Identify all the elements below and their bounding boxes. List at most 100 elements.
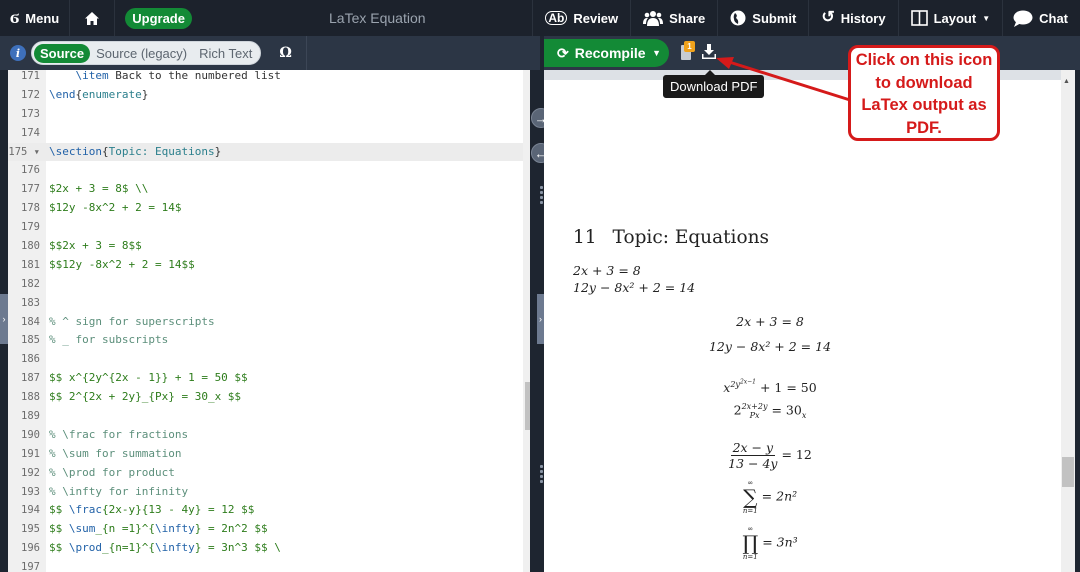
fraction-rhs: = 12 (781, 447, 812, 462)
code-line[interactable]: 194 $$ \frac{2x-y}{13 - 4y} = 12 $$ (8, 501, 530, 520)
prod-rhs: = 3n³ (762, 534, 798, 550)
divider (305, 36, 307, 70)
code-line[interactable]: 196 $$ \prod_{n=1}^{\infty} = 3n^3 $$ \ (8, 539, 530, 558)
code-line[interactable]: 176 (8, 161, 530, 180)
code-text: $$ \frac{2x-y}{13 - 4y} = 12 $$ (49, 503, 255, 517)
code-line[interactable]: 187 $$ x^{2y^{2x - 1}} + 1 = 50 $$ (8, 369, 530, 388)
code-line[interactable]: 171 \item Back to the numbered list (8, 70, 530, 86)
info-icon[interactable]: i (10, 45, 26, 61)
code-text: $$12y -8x^2 + 2 = 14$$ (49, 257, 195, 271)
line-number: 196 (21, 542, 40, 555)
code-line[interactable]: 181 $$12y -8x^2 + 2 = 14$$ (8, 256, 530, 275)
home-button[interactable] (70, 0, 114, 36)
expand-file-tree-button[interactable]: › (0, 294, 8, 344)
pi-symbol: ∏ (742, 531, 759, 555)
line-number: 171 (21, 70, 40, 82)
recompile-button[interactable]: ⟳ Recompile ▼ (544, 39, 669, 67)
submit-button[interactable]: Submit (718, 0, 808, 36)
history-icon: ↺ (821, 9, 835, 26)
code-text: % \infty for infinity (49, 484, 189, 498)
code-line[interactable]: 179 (8, 218, 530, 237)
code-editor[interactable]: 171 \item Back to the numbered list 172 \e… (0, 70, 530, 572)
project-title: LaTex Equation (329, 10, 426, 26)
chat-bubble-icon (1013, 10, 1033, 27)
code-text: % ^ sign for superscripts (49, 314, 215, 328)
summation: ∞ ∑ n=1 (743, 479, 758, 515)
code-line[interactable]: 195 $$ \sum_{n =1}^{\infty} = 2n^2 $$ (8, 520, 530, 539)
logs-count-badge: 1 (684, 41, 695, 52)
line-number: 172 (21, 88, 40, 101)
submit-label: Submit (752, 10, 797, 26)
mode-rich-text[interactable]: Rich Text (193, 44, 258, 63)
line-number: 181 (21, 258, 40, 271)
code-line[interactable]: 190 % \frac for fractions (8, 426, 530, 445)
pdf-scrollbar-thumb[interactable] (1062, 457, 1074, 487)
code-line[interactable]: 191 % \sum for summation (8, 445, 530, 464)
drag-handle-icon[interactable] (540, 186, 543, 206)
display-equation: 2x + 3 = 8 (736, 314, 804, 329)
code-line[interactable]: 173 (8, 105, 530, 124)
review-label: Review (573, 10, 619, 26)
caret-down-icon: ▼ (982, 13, 991, 23)
code-line[interactable]: 174 (8, 124, 530, 143)
code-line[interactable]: 183 (8, 294, 530, 313)
expand-pdf-button[interactable]: › (537, 294, 544, 344)
menu-button[interactable]: ϭ Menu (0, 0, 69, 36)
line-number: 188 (21, 391, 40, 404)
line-number: 182 (21, 277, 40, 290)
code-line[interactable]: 178 $12y -8x^2 + 2 = 14$ (8, 199, 530, 218)
upgrade-button[interactable]: Upgrade (125, 7, 192, 29)
code-line[interactable]: 197 (8, 558, 530, 572)
line-number: 190 (21, 428, 40, 441)
code-text: $$ 2^{2x + 2y}_{Px} = 30_x $$ (49, 390, 242, 404)
review-button[interactable]: Ab Review (533, 0, 630, 36)
mode-source[interactable]: Source (34, 43, 91, 63)
line-number: 195 (21, 523, 40, 536)
recompile-label: Recompile (574, 45, 646, 61)
code-line[interactable]: 184 % ^ sign for superscripts (8, 313, 530, 332)
editor-mode-toggle: Source Source (legacy) Rich Text (31, 41, 262, 65)
share-button[interactable]: Share (631, 0, 717, 36)
editor-scrollbar[interactable] (523, 70, 530, 572)
display-equation-sum: ∞ ∑ n=1 = 2n² (620, 479, 920, 515)
product: ∞ ∏ n=1 (742, 525, 758, 561)
globe-icon (730, 10, 746, 26)
share-users-icon (643, 11, 664, 26)
code-line[interactable]: 192 % \prod for product (8, 464, 530, 483)
layout-columns-icon (910, 10, 928, 26)
code-line[interactable]: 188 $$ 2^{2x + 2y}_{Px} = 30_x $$ (8, 388, 530, 407)
pdf-scrollbar[interactable] (1061, 70, 1075, 572)
pdf-section-heading: 11 Topic: Equations (573, 227, 769, 248)
code-line[interactable]: 172 \end{enumerate} (8, 86, 530, 105)
home-icon (85, 11, 100, 25)
code-line[interactable]: 189 (8, 407, 530, 426)
caret-down-icon[interactable]: ▼ (652, 48, 661, 58)
chat-button[interactable]: Chat (1003, 0, 1080, 36)
line-number: 189 (21, 410, 40, 423)
drag-handle-icon[interactable] (540, 465, 543, 485)
code-text: $$ \sum_{n =1}^{\infty} = 2n^2 $$ (49, 522, 268, 536)
code-line[interactable]: 177 $2x + 3 = 8$ \\ (8, 180, 530, 199)
fraction-numerator: 2x − y (730, 440, 776, 456)
code-text: % _ for subscripts (49, 333, 169, 347)
share-label: Share (669, 10, 706, 26)
line-number: 185 (21, 334, 40, 347)
history-button[interactable]: ↺ History (809, 0, 897, 36)
code-line[interactable]: 175 ▾ \section{Topic: Equations} (8, 142, 530, 162)
mode-source-legacy[interactable]: Source (legacy) (90, 44, 193, 63)
layout-button[interactable]: Layout ▼ (899, 0, 1003, 36)
code-line[interactable]: 182 (8, 275, 530, 294)
scroll-up-icon[interactable]: ▲ (1063, 78, 1070, 85)
code-line[interactable]: 186 (8, 350, 530, 369)
annotation-arrow (716, 57, 851, 102)
code-line[interactable]: 180 $$2x + 3 = 8$$ (8, 237, 530, 256)
symbol-palette-button[interactable]: Ω (279, 45, 291, 61)
code-text: $12y -8x^2 + 2 = 14$ (49, 201, 182, 215)
code-line[interactable]: 193 % \infty for infinity (8, 483, 530, 502)
code-line[interactable]: 185 % _ for subscripts (8, 331, 530, 350)
